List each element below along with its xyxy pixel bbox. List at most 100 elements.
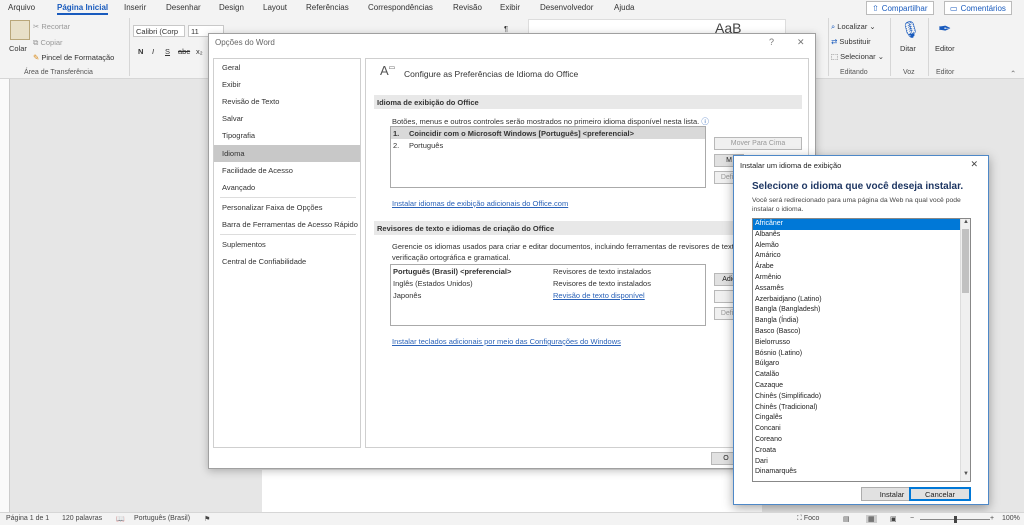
paste-button[interactable]: Colar	[9, 44, 27, 53]
close-icon[interactable]: ✕	[970, 159, 978, 170]
scroll-thumb[interactable]	[962, 229, 969, 293]
font-name-select[interactable]: Calibri (Corp	[133, 25, 185, 37]
select-button[interactable]: ⬚ Selecionar ⌄	[831, 52, 884, 61]
subscript-button[interactable]: x₂	[196, 47, 203, 56]
list-item[interactable]: Amárico	[753, 251, 961, 262]
nav-item-geral[interactable]: Geral	[214, 59, 360, 76]
show-formatting-icon[interactable]: ¶	[504, 24, 508, 33]
nav-item-salvar[interactable]: Salvar	[214, 110, 360, 127]
list-item[interactable]: Búlgaro	[753, 359, 961, 370]
strikethrough-button[interactable]: abc	[178, 47, 190, 56]
list-item[interactable]: 1. Coincidir com o Microsoft Windows [Po…	[391, 127, 705, 139]
list-item[interactable]: Africâner	[753, 219, 961, 230]
list-scrollbar[interactable]: ▲ ▼	[960, 219, 970, 481]
list-item[interactable]: Croata	[753, 446, 961, 457]
editor-button[interactable]: Editor	[935, 44, 955, 53]
nav-item-exibir[interactable]: Exibir	[214, 76, 360, 93]
tab-ajuda[interactable]: Ajuda	[614, 3, 634, 12]
nav-item-revisao[interactable]: Revisão de Texto	[214, 93, 360, 110]
nav-item-personalizar-faixa[interactable]: Personalizar Faixa de Opções	[214, 199, 360, 216]
tab-desenvolvedor[interactable]: Desenvolvedor	[540, 3, 593, 12]
web-layout-icon[interactable]: ▣	[890, 515, 897, 523]
info-icon[interactable]: ⓘ	[701, 117, 709, 126]
nav-item-acessibilidade[interactable]: Facilidade de Acesso	[214, 162, 360, 179]
language-status[interactable]: Português (Brasil)	[134, 515, 190, 522]
table-row[interactable]: Japonês Revisão de texto disponível	[391, 289, 705, 301]
nav-item-avancado[interactable]: Avançado	[214, 179, 360, 196]
nav-item-tipografia[interactable]: Tipografia	[214, 127, 360, 144]
table-row[interactable]: Português (Brasil) <preferencial> Reviso…	[391, 265, 705, 277]
move-up-button[interactable]: Mover Para Cima	[714, 137, 802, 150]
list-item[interactable]: Bósnio (Latino)	[753, 349, 961, 360]
tab-pagina-inicial[interactable]: Página Inicial	[57, 3, 109, 15]
proofing-icon[interactable]: 📖	[116, 515, 125, 523]
document-page[interactable]	[262, 470, 762, 512]
tab-arquivo[interactable]: Arquivo	[8, 3, 35, 12]
install-keyboards-link[interactable]: Instalar teclados adicionais por meio da…	[392, 337, 621, 346]
display-language-list[interactable]: 1. Coincidir com o Microsoft Windows [Po…	[390, 126, 706, 188]
word-count[interactable]: 120 palavras	[62, 515, 102, 522]
list-item[interactable]: 2. Português	[391, 139, 705, 151]
nav-item-central-confiabilidade[interactable]: Central de Confiabilidade	[214, 253, 360, 270]
italic-button[interactable]: I	[152, 47, 154, 56]
list-item[interactable]: Basco (Basco)	[753, 327, 961, 338]
nav-item-idioma[interactable]: Idioma	[214, 145, 360, 162]
replace-button[interactable]: ⇄ Substituir	[831, 37, 871, 46]
comments-button[interactable]: ▭ Comentários	[944, 1, 1012, 15]
format-painter-button[interactable]: ✎ Pincel de Formatação	[33, 53, 114, 62]
list-item[interactable]: Alemão	[753, 241, 961, 252]
list-item[interactable]: Cingalês	[753, 413, 961, 424]
list-item[interactable]: Dinamarquês	[753, 467, 961, 478]
list-item[interactable]: Bangla (Índia)	[753, 316, 961, 327]
focus-mode-button[interactable]: ⛶ Foco	[797, 515, 819, 523]
dictate-button[interactable]: Ditar	[900, 44, 916, 53]
list-item[interactable]: Bielorrusso	[753, 338, 961, 349]
install-display-languages-link[interactable]: Instalar idiomas de exibição adicionais …	[392, 199, 568, 208]
list-item[interactable]: Bangla (Bangladesh)	[753, 305, 961, 316]
zoom-in-icon[interactable]: +	[990, 515, 994, 522]
cut-button[interactable]: ✂ Recortar	[33, 22, 70, 31]
tab-correspondencias[interactable]: Correspondências	[368, 3, 433, 12]
nav-item-acesso-rapido[interactable]: Barra de Ferramentas de Acesso Rápido	[214, 216, 360, 233]
cancel-button[interactable]: Cancelar	[909, 487, 971, 501]
tab-layout[interactable]: Layout	[263, 3, 287, 12]
list-item[interactable]: Azerbaidjano (Latino)	[753, 295, 961, 306]
list-item[interactable]: Concani	[753, 424, 961, 435]
tab-exibir[interactable]: Exibir	[500, 3, 520, 12]
proofing-available-link[interactable]: Revisão de texto disponível	[553, 291, 645, 300]
bold-button[interactable]: N	[138, 47, 143, 56]
scroll-down-icon[interactable]: ▼	[962, 471, 970, 480]
scroll-up-icon[interactable]: ▲	[962, 219, 970, 228]
accessibility-icon[interactable]: ⚑	[204, 515, 210, 523]
list-item[interactable]: Árabe	[753, 262, 961, 273]
nav-item-suplementos[interactable]: Suplementos	[214, 236, 360, 253]
tab-referencias[interactable]: Referências	[306, 3, 349, 12]
read-mode-icon[interactable]: ▤	[843, 515, 850, 523]
list-item[interactable]: Cazaque	[753, 381, 961, 392]
share-button[interactable]: ⇧ Compartilhar	[866, 1, 934, 15]
tab-inserir[interactable]: Inserir	[124, 3, 146, 12]
find-button[interactable]: ⌕ Localizar ⌄	[831, 22, 876, 32]
list-item[interactable]: Coreano	[753, 435, 961, 446]
zoom-level[interactable]: 100%	[1002, 515, 1020, 522]
collapse-ribbon-icon[interactable]: ⌃	[1010, 69, 1016, 78]
list-item[interactable]: Chinês (Simplificado)	[753, 392, 961, 403]
list-item[interactable]: Chinês (Tradicional)	[753, 403, 961, 414]
language-list[interactable]: Africâner Albanês Alemão Amárico Árabe A…	[752, 218, 971, 482]
zoom-out-icon[interactable]: −	[910, 515, 914, 522]
list-item[interactable]: Armênio	[753, 273, 961, 284]
list-item[interactable]: Dari	[753, 457, 961, 468]
list-item[interactable]: Albanês	[753, 230, 961, 241]
tab-revisao[interactable]: Revisão	[453, 3, 482, 12]
proofing-language-table[interactable]: Português (Brasil) <preferencial> Reviso…	[390, 264, 706, 326]
table-row[interactable]: Inglês (Estados Unidos) Revisores de tex…	[391, 277, 705, 289]
list-item[interactable]: Assamês	[753, 284, 961, 295]
page-count[interactable]: Página 1 de 1	[6, 515, 49, 522]
close-icon[interactable]: ✕	[797, 37, 805, 48]
copy-button[interactable]: ⧉ Copiar	[33, 38, 63, 48]
help-icon[interactable]: ?	[769, 37, 774, 47]
tab-design[interactable]: Design	[219, 3, 244, 12]
print-layout-icon[interactable]: ▦	[866, 515, 877, 523]
list-item[interactable]: Catalão	[753, 370, 961, 381]
tab-desenhar[interactable]: Desenhar	[166, 3, 201, 12]
